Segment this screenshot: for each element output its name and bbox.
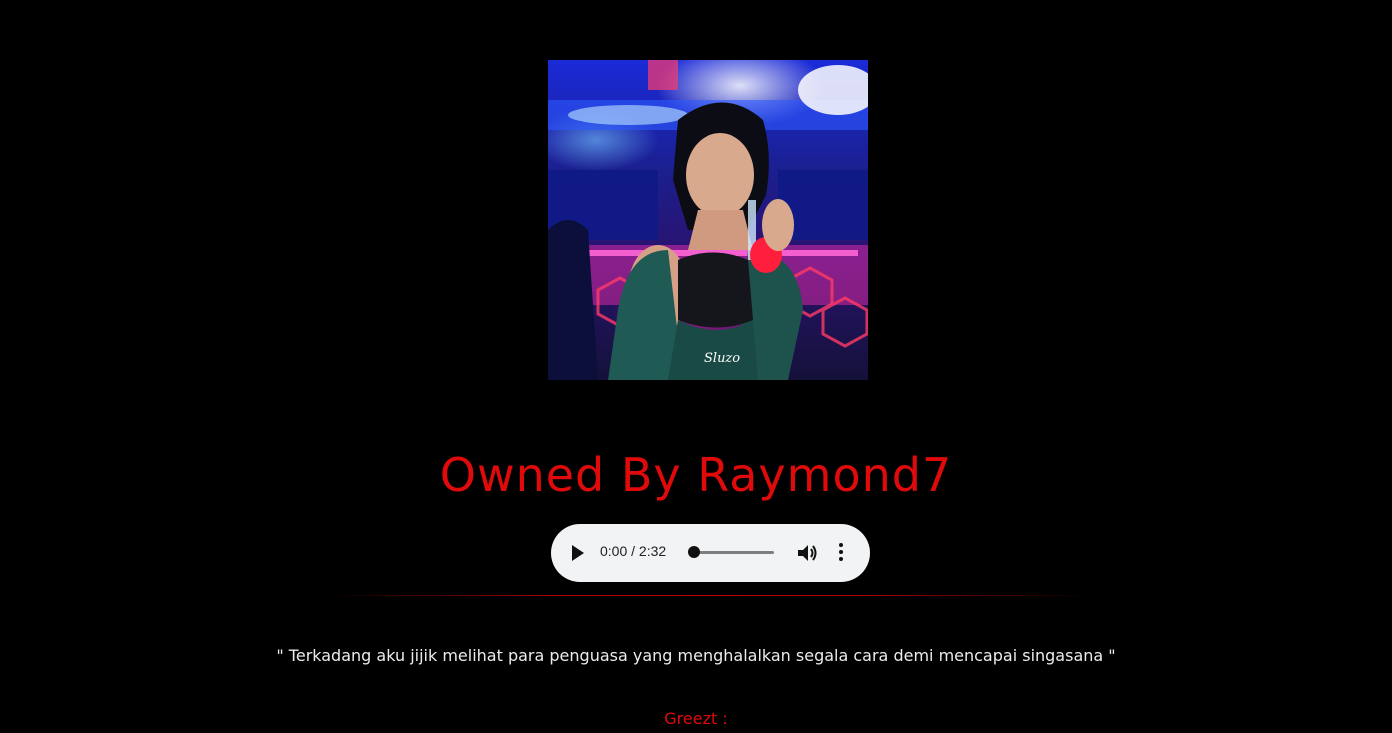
seek-slider[interactable] xyxy=(690,551,774,554)
profile-photo: Sluzo xyxy=(548,60,868,380)
audio-time: 0:00 / 2:32 xyxy=(600,543,667,559)
play-icon[interactable] xyxy=(572,545,584,561)
seek-thumb[interactable] xyxy=(688,546,700,558)
photo-watermark: Sluzo xyxy=(704,351,740,366)
volume-icon[interactable] xyxy=(797,543,819,563)
page-title: Owned By Raymond7 xyxy=(439,448,953,502)
more-options-icon[interactable] xyxy=(837,543,845,563)
page: Sluzo Owned By Raymond7 0:00 / 2:32 " Te… xyxy=(0,0,1392,733)
divider xyxy=(330,595,1090,596)
quote-text: " Terkadang aku jijik melihat para pengu… xyxy=(276,646,1116,665)
greetings-label: Greezt : xyxy=(664,709,728,728)
audio-player[interactable]: 0:00 / 2:32 xyxy=(551,524,870,582)
photo-illustration: Sluzo xyxy=(548,60,868,380)
